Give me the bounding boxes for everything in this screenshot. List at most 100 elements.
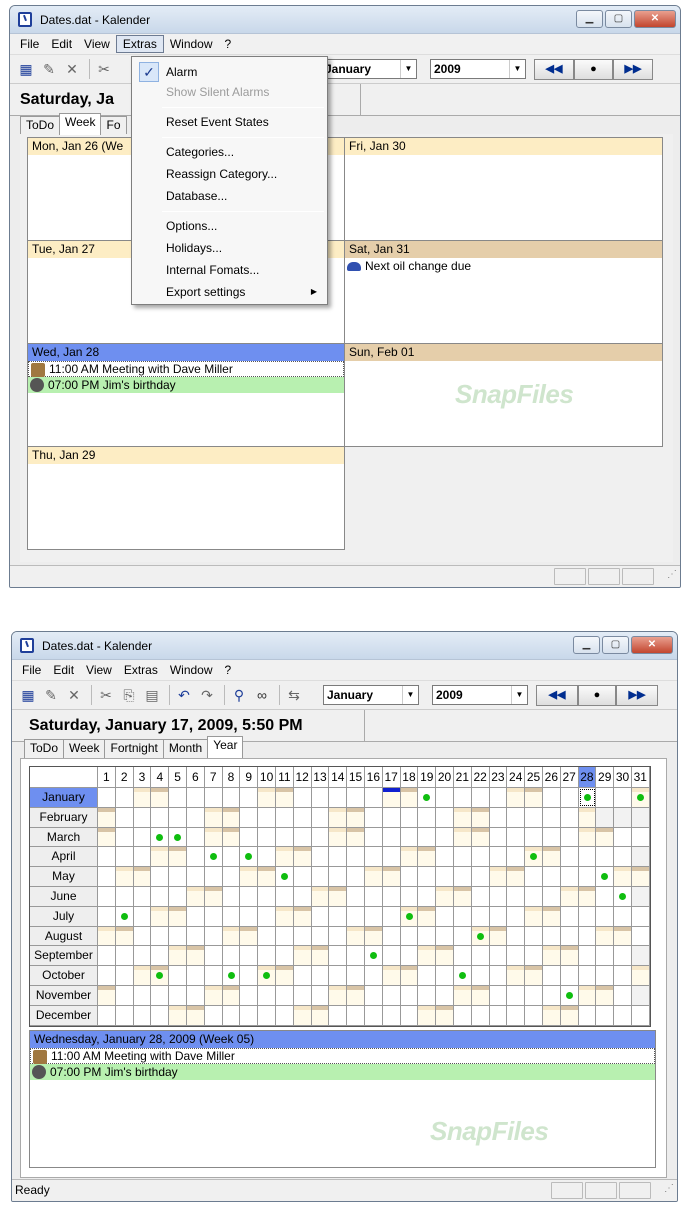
day-cell[interactable] [507, 966, 526, 985]
day-cell[interactable] [400, 807, 419, 827]
day-cell[interactable] [151, 847, 170, 867]
day-cell[interactable] [614, 926, 632, 946]
day-cell[interactable] [258, 886, 276, 906]
day-cell[interactable] [560, 926, 579, 946]
day-cell[interactable] [400, 867, 419, 886]
swap-icon[interactable]: ⇆ [284, 685, 304, 705]
day-cell[interactable] [471, 926, 490, 946]
day-cell[interactable] [133, 985, 152, 1005]
day-cell[interactable] [133, 847, 152, 867]
day-cell[interactable] [364, 946, 383, 966]
day-cell[interactable] [418, 926, 437, 946]
menu-item-reset-event-states[interactable]: Reset Event States [166, 112, 269, 132]
day-cell[interactable] [347, 946, 365, 966]
edit-icon[interactable]: ✎ [39, 59, 59, 79]
day-cell[interactable] [169, 847, 187, 867]
month-label[interactable]: February [30, 807, 98, 827]
day-cell[interactable] [364, 906, 383, 926]
close-button[interactable]: ✕ [634, 10, 676, 28]
day-cell[interactable] [98, 788, 116, 807]
day-cell[interactable] [133, 926, 152, 946]
day-cell[interactable] [98, 906, 116, 926]
day-cell[interactable] [436, 847, 454, 867]
day-cell[interactable] [382, 827, 401, 847]
maximize-button[interactable]: ▢ [605, 10, 632, 28]
today-button[interactable]: ● [578, 685, 616, 706]
day-cell[interactable] [596, 1005, 615, 1025]
copy-icon[interactable]: ⎘ [119, 685, 139, 705]
event-birthday[interactable]: 07:00 PM Jim's birthday [28, 377, 344, 393]
day-cell[interactable] [507, 807, 526, 827]
day-cell[interactable] [222, 886, 241, 906]
day-cell[interactable] [560, 867, 579, 886]
day-cell[interactable] [436, 966, 454, 985]
day-cell[interactable] [151, 788, 170, 807]
calendar-icon[interactable]: ▦ [18, 685, 38, 705]
month-select[interactable]: January ▼ [323, 685, 419, 705]
day-cell[interactable] [311, 926, 330, 946]
day-cell[interactable] [240, 807, 259, 827]
day-cell[interactable] [98, 867, 116, 886]
day-cell[interactable] [560, 966, 579, 985]
minimize-button[interactable]: ▁ [573, 636, 600, 654]
day-cell[interactable] [471, 847, 490, 867]
day-cell[interactable] [258, 788, 276, 807]
day-cell[interactable] [347, 807, 365, 827]
day-cell[interactable] [204, 1005, 223, 1025]
day-cell[interactable] [453, 946, 472, 966]
day-cell[interactable] [453, 1005, 472, 1025]
day-cell[interactable] [240, 946, 259, 966]
day-cell[interactable] [364, 788, 383, 807]
day-cell[interactable] [400, 886, 419, 906]
day-cell[interactable] [418, 966, 437, 985]
day-cell[interactable] [293, 827, 312, 847]
day-cell[interactable] [525, 966, 543, 985]
day-cell[interactable] [382, 946, 401, 966]
day-cell[interactable] [453, 788, 472, 807]
day-cell[interactable] [293, 867, 312, 886]
menu-view[interactable]: View [78, 35, 116, 53]
day-cell[interactable] [525, 807, 543, 827]
glasses-icon[interactable]: ∞ [252, 685, 272, 705]
day-cell[interactable] [614, 966, 632, 985]
day-cell[interactable] [275, 886, 294, 906]
menu-help[interactable]: ? [219, 661, 238, 679]
day-cell[interactable] [275, 985, 294, 1005]
day-cell[interactable] [293, 788, 312, 807]
day-cell[interactable] [436, 886, 454, 906]
menu-item-holidays[interactable]: Holidays... [166, 238, 222, 258]
day-cell[interactable] [578, 1005, 597, 1025]
day-cell[interactable] [186, 966, 205, 985]
day-cell[interactable] [400, 926, 419, 946]
day-cell[interactable] [400, 966, 419, 985]
day-cell[interactable] [311, 1005, 330, 1025]
day-cell[interactable] [169, 788, 187, 807]
day-cell[interactable] [596, 886, 615, 906]
event-meeting[interactable]: 11:00 AM Meeting with Dave Miller [28, 361, 344, 377]
day-cell[interactable] [453, 886, 472, 906]
day-cell[interactable] [614, 946, 632, 966]
day-cell[interactable] [186, 788, 205, 807]
day-cell[interactable] [418, 906, 437, 926]
day-cell[interactable] [258, 926, 276, 946]
day-cell[interactable] [578, 985, 597, 1005]
day-cell[interactable] [507, 985, 526, 1005]
menu-file[interactable]: File [16, 661, 47, 679]
day-cell[interactable] [115, 867, 134, 886]
day-cell[interactable] [418, 807, 437, 827]
day-cell[interactable] [418, 946, 437, 966]
day-cell[interactable] [311, 966, 330, 985]
day-cell[interactable] [222, 966, 241, 985]
day-cell[interactable] [507, 827, 526, 847]
day-cell[interactable] [542, 807, 561, 827]
day-cell[interactable] [204, 985, 223, 1005]
day-cell[interactable] [98, 985, 116, 1005]
redo-icon[interactable]: ↷ [197, 685, 217, 705]
day-cell[interactable] [169, 807, 187, 827]
menu-file[interactable]: File [14, 35, 45, 53]
day-cell-wed[interactable]: Wed, Jan 28 11:00 AM Meeting with Dave M… [27, 343, 345, 447]
day-cell[interactable] [133, 946, 152, 966]
day-cell[interactable] [115, 807, 134, 827]
day-cell[interactable] [222, 788, 241, 807]
day-cell[interactable] [186, 886, 205, 906]
